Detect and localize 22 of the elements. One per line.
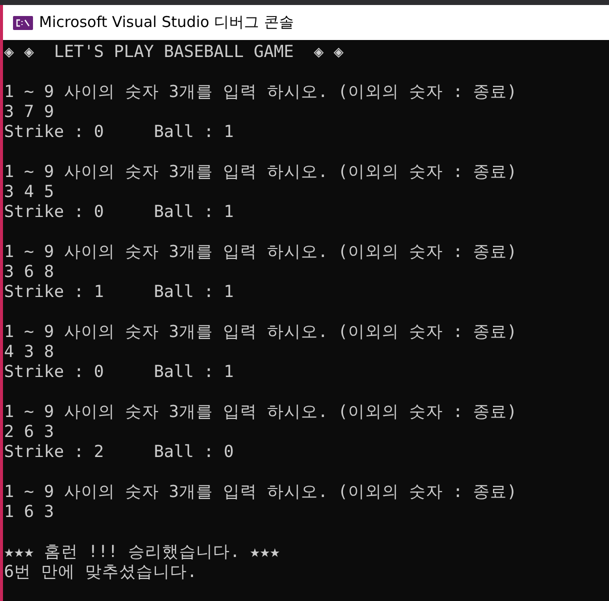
console-line: 3 4 5	[4, 182, 55, 202]
console-line: 2 6 3	[4, 422, 55, 442]
console-line: Strike : 0 Ball : 1	[4, 202, 235, 222]
console-line: 3 7 9	[4, 102, 55, 122]
console-line: 1 ~ 9 사이의 숫자 3개를 입력 하시오. (이외의 숫자 : 종료)	[4, 162, 518, 182]
console-line: 1 ~ 9 사이의 숫자 3개를 입력 하시오. (이외의 숫자 : 종료)	[4, 242, 518, 262]
console-line: Strike : 0 Ball : 1	[4, 362, 235, 382]
console-line: 1 ~ 9 사이의 숫자 3개를 입력 하시오. (이외의 숫자 : 종료)	[4, 322, 518, 342]
console-line: Strike : 1 Ball : 1	[4, 282, 235, 302]
console-line: 1 ~ 9 사이의 숫자 3개를 입력 하시오. (이외의 숫자 : 종료)	[4, 482, 518, 502]
console-line: 3 6 8	[4, 262, 55, 282]
console-line: 1 ~ 9 사이의 숫자 3개를 입력 하시오. (이외의 숫자 : 종료)	[4, 402, 518, 422]
window-title: Microsoft Visual Studio 디버그 콘솔	[39, 13, 294, 32]
console-line: Strike : 0 Ball : 1	[4, 122, 235, 142]
console-line: 6번 만에 맞추셨습니다.	[4, 562, 198, 582]
console-line: 4 3 8	[4, 342, 55, 362]
console-line: ★★★ 홈런 !!! 승리했습니다. ★★★	[4, 542, 281, 562]
console-app-icon	[13, 16, 33, 30]
console-line: 1 6 3	[4, 502, 55, 522]
console-line: Strike : 2 Ball : 0	[4, 442, 235, 462]
console-line: 1 ~ 9 사이의 숫자 3개를 입력 하시오. (이외의 숫자 : 종료)	[4, 82, 518, 102]
console-line: ◈ ◈ LET'S PLAY BASEBALL GAME ◈ ◈	[4, 42, 345, 62]
